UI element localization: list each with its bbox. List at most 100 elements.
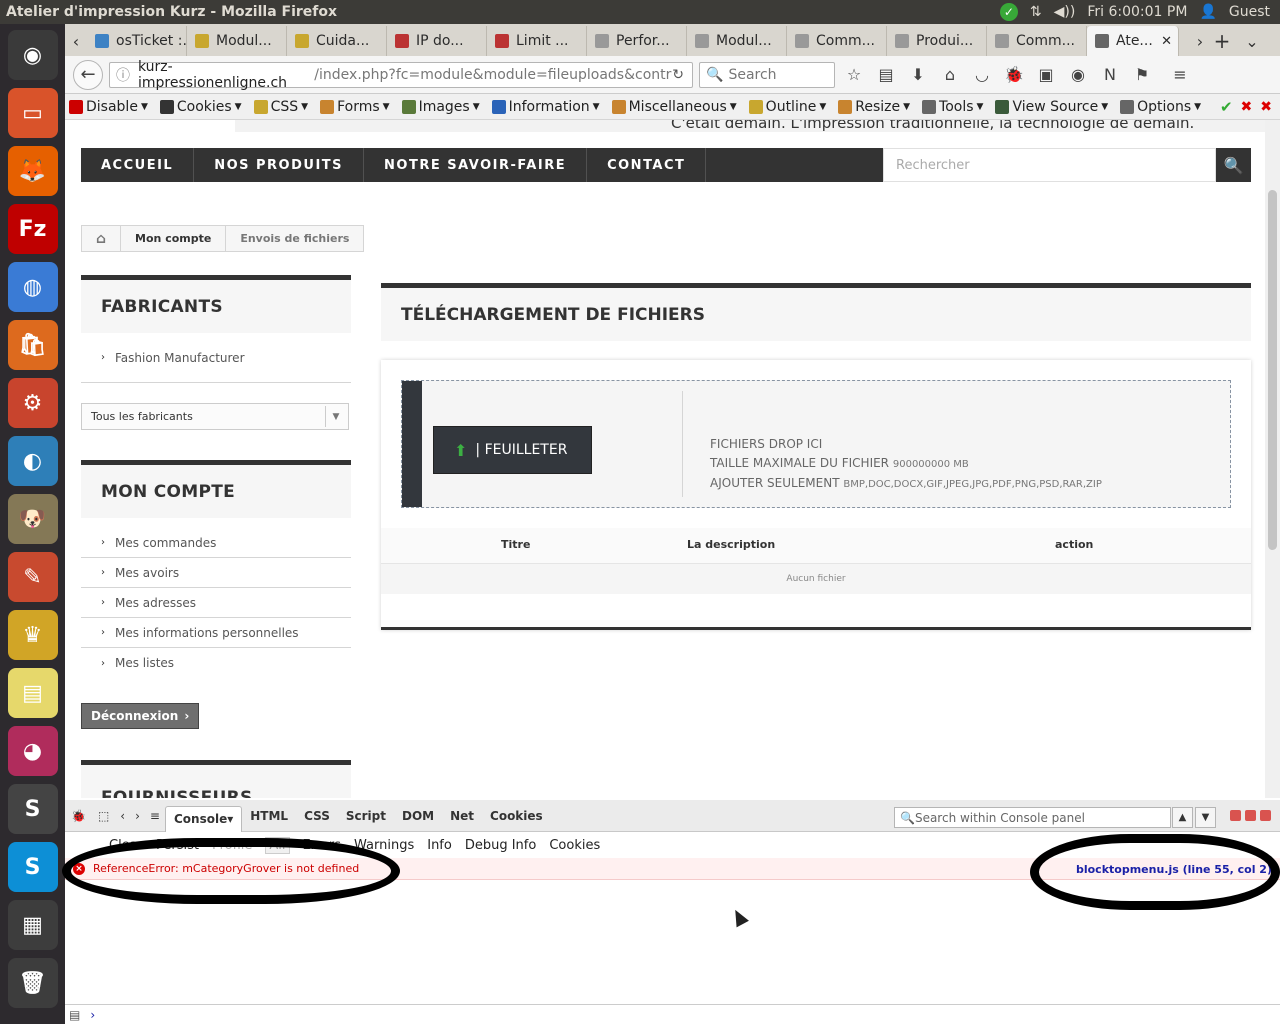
notes-icon[interactable]: ▤	[7, 668, 58, 718]
command-line-icon[interactable]: ≡	[145, 800, 165, 832]
firebug-icon[interactable]: 🐞	[65, 800, 92, 832]
firebug-tab-dom[interactable]: DOM	[394, 800, 442, 832]
firebug-tab-net[interactable]: Net	[442, 800, 482, 832]
devtool-6[interactable]: Miscellaneous ▼	[611, 99, 737, 115]
scrollbar-thumb[interactable]	[1268, 190, 1277, 550]
tab-1[interactable]: Modul...	[187, 26, 287, 56]
firebug-tab-script[interactable]: Script	[338, 800, 394, 832]
tab-5[interactable]: Perfor...	[587, 26, 687, 56]
devtool-5[interactable]: Information ▼	[491, 99, 600, 115]
drop-zone[interactable]: ⬆ | FEUILLETER FICHIERS DROP ICI TAILLE M…	[401, 380, 1231, 508]
volume-icon[interactable]: ◀))	[1054, 4, 1076, 20]
gimp-icon[interactable]: 🐶	[7, 494, 58, 544]
detach-icon[interactable]	[1245, 810, 1256, 821]
tab-9[interactable]: Comm...	[987, 26, 1087, 56]
home-icon[interactable]: ⌂	[82, 226, 122, 251]
close-tab-icon[interactable]: ✕	[1161, 34, 1172, 49]
tab-list-icon[interactable]: ⌄	[1241, 26, 1263, 56]
expand-icon[interactable]: ▤	[69, 1008, 80, 1022]
devtool-7[interactable]: Outline ▼	[748, 99, 826, 115]
tabs-scroll-right-icon[interactable]: ›	[1189, 26, 1211, 56]
ok-icon[interactable]: ✔	[1220, 98, 1233, 116]
site-search-button[interactable]: 🔍	[1216, 148, 1251, 182]
devtool-10[interactable]: View Source ▼	[995, 99, 1108, 115]
mon-compte-item[interactable]: › Mes adresses	[81, 588, 351, 618]
devtool-4[interactable]: Images ▼	[401, 99, 480, 115]
genie-icon[interactable]: ♛	[7, 610, 58, 660]
files-icon[interactable]: ▭	[7, 88, 58, 138]
breadcrumb-mon-compte[interactable]: Mon compte	[121, 226, 227, 251]
bookmark-star-icon[interactable]: ☆	[841, 62, 867, 88]
paint-icon[interactable]: ✎	[7, 552, 58, 602]
tab-0[interactable]: osTicket :...	[87, 26, 187, 56]
browse-button[interactable]: ⬆ | FEUILLETER	[433, 426, 592, 474]
user-name[interactable]: Guest	[1229, 4, 1270, 20]
search-next-icon[interactable]: ▼	[1195, 807, 1216, 828]
workspace-icon[interactable]: ▦	[7, 900, 58, 950]
mon-compte-item[interactable]: › Mes commandes	[81, 528, 351, 558]
devtool-9[interactable]: Tools ▼	[922, 99, 983, 115]
site-search-input[interactable]: Rechercher	[883, 148, 1216, 182]
mon-compte-item[interactable]: › Mes informations personnelles	[81, 618, 351, 648]
settings-icon[interactable]: ⚙	[7, 378, 58, 428]
fabricants-select[interactable]: Tous les fabricants ▼	[81, 403, 349, 430]
devtool-11[interactable]: Options ▼	[1120, 99, 1201, 115]
devtool-2[interactable]: CSS ▼	[253, 99, 308, 115]
inspect-icon[interactable]: ⬚	[92, 800, 115, 832]
update-check-icon[interactable]: ✓	[999, 3, 1018, 21]
search-prev-icon[interactable]: ▲	[1172, 807, 1193, 828]
minimize-icon[interactable]	[1230, 810, 1241, 821]
tab-6[interactable]: Modul...	[687, 26, 787, 56]
tabs-scroll-left-icon[interactable]: ‹	[65, 26, 87, 56]
console-search-input[interactable]: 🔍 Search within Console panel	[894, 807, 1171, 828]
menu-item-3[interactable]: CONTACT	[587, 148, 707, 182]
new-tab-icon[interactable]: +	[1211, 26, 1233, 56]
tab-4[interactable]: Limit ...	[487, 26, 587, 56]
trash-icon[interactable]: 🗑	[7, 958, 58, 1008]
firefox-icon[interactable]: 🦊	[7, 146, 58, 196]
firebug-tab-html[interactable]: HTML	[242, 800, 296, 832]
console-filter-debug-info[interactable]: Debug Info	[465, 838, 537, 853]
close-icon[interactable]	[1260, 810, 1271, 821]
download-icon[interactable]: ⬇	[905, 62, 931, 88]
filezilla-icon[interactable]: Fz	[7, 204, 58, 254]
menu-item-1[interactable]: NOS PRODUITS	[194, 148, 365, 182]
logout-button[interactable]: Déconnexion ›	[81, 703, 200, 729]
chrome-extension-icon[interactable]: ◉	[1065, 62, 1091, 88]
tab-8[interactable]: Produi...	[887, 26, 987, 56]
tab-7[interactable]: Comm...	[787, 26, 887, 56]
skype-icon[interactable]: S	[7, 842, 58, 892]
ubuntu-dash-icon[interactable]: ◉	[7, 30, 58, 80]
pidgin-icon[interactable]: ◕	[7, 726, 58, 776]
firebug-tab-cookies[interactable]: Cookies	[482, 800, 551, 832]
firebug-tab-console[interactable]: Console ▾	[164, 805, 243, 832]
page-scrollbar[interactable]	[1265, 120, 1280, 798]
search-input[interactable]: 🔍 Search	[699, 61, 835, 88]
mon-compte-item[interactable]: › Mes listes	[81, 648, 351, 678]
remmina-icon[interactable]: ◐	[7, 436, 58, 486]
forward-arrow-icon[interactable]: ›	[130, 800, 145, 832]
network-icon[interactable]: ⇅	[1030, 4, 1042, 20]
tab-3[interactable]: IP do...	[387, 26, 487, 56]
tab-10[interactable]: Ate... ✕	[1087, 26, 1179, 56]
clock[interactable]: Fri 6:00:01 PM	[1087, 4, 1187, 20]
info-icon[interactable]: ⓘ	[116, 65, 130, 85]
devtool-8[interactable]: Resize ▼	[838, 99, 910, 115]
mon-compte-item[interactable]: › Mes avoirs	[81, 558, 351, 588]
console-filter-cookies[interactable]: Cookies	[549, 838, 600, 853]
extension-icon[interactable]: ▣	[1033, 62, 1059, 88]
firebug-tab-css[interactable]: CSS	[296, 800, 338, 832]
console-command-line[interactable]: ▤ ›	[65, 1004, 1280, 1024]
software-center-icon[interactable]: 🛍	[7, 320, 58, 370]
menu-icon[interactable]: ≡	[1167, 62, 1193, 88]
menu-item-0[interactable]: ACCUEIL	[81, 148, 195, 182]
sublime-icon[interactable]: S	[7, 784, 58, 834]
devtool-0[interactable]: Disable ▼	[69, 99, 148, 115]
tab-2[interactable]: Cuida...	[287, 26, 387, 56]
back-icon[interactable]: ←	[73, 59, 103, 90]
devtool-3[interactable]: Forms ▼	[320, 99, 390, 115]
menu-item-2[interactable]: NOTRE SAVOIR-FAIRE	[364, 148, 588, 182]
flag-icon[interactable]: ⚑	[1129, 62, 1155, 88]
back-arrow-icon[interactable]: ‹	[115, 800, 130, 832]
user-icon[interactable]: 👤	[1199, 4, 1216, 20]
